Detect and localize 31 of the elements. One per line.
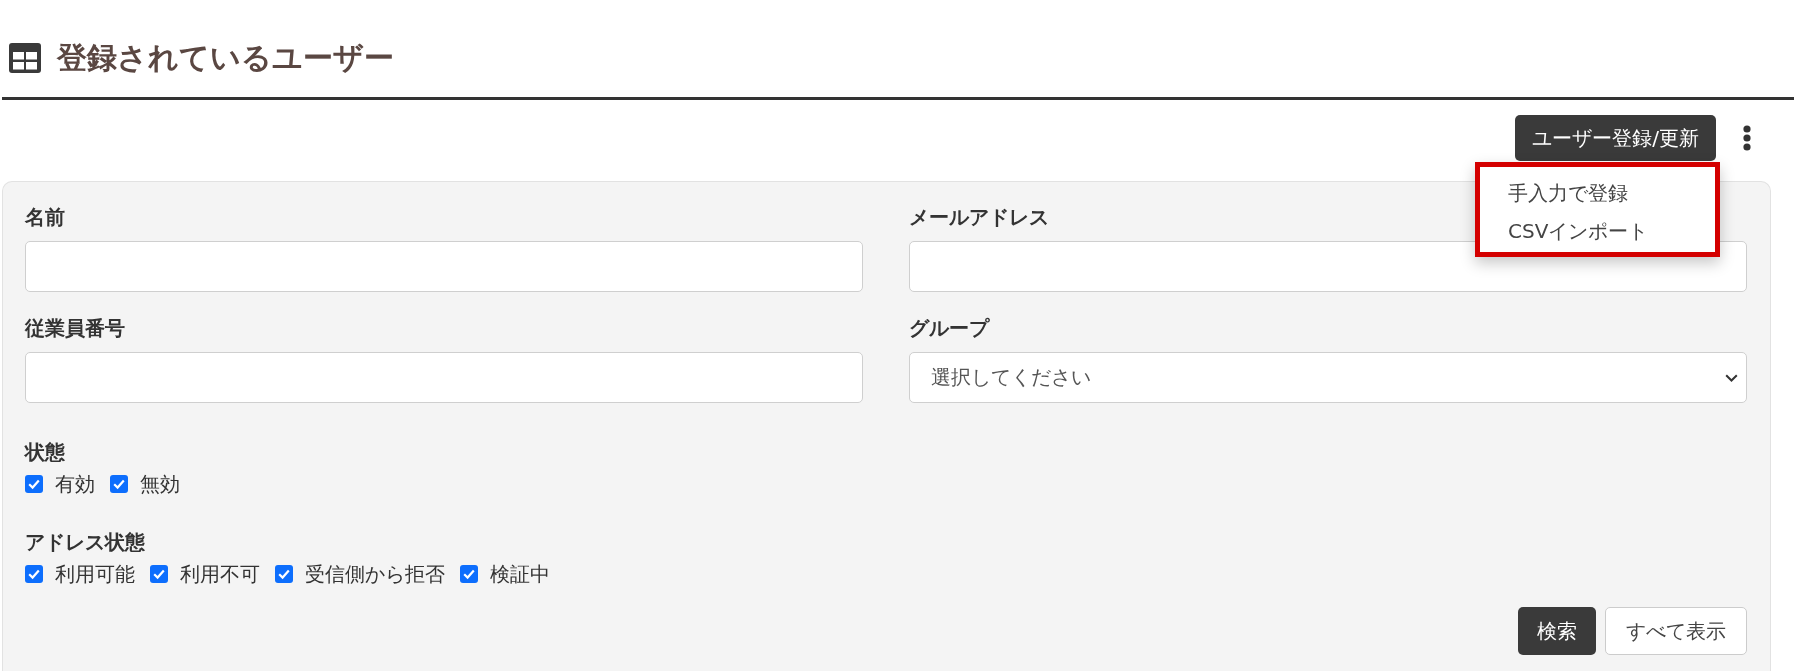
field-label: 従業員番号 (25, 316, 125, 340)
register-update-button[interactable]: ユーザー登録/更新 (1515, 115, 1716, 161)
input-field[interactable] (25, 352, 863, 403)
chevron-down-icon (1725, 373, 1738, 382)
checkbox-label[interactable]: 検証中 (490, 560, 550, 588)
checkbox-label[interactable]: 受信側から拒否 (305, 560, 445, 588)
checkbox-label[interactable]: 利用不可 (180, 560, 260, 588)
menu-item[interactable]: CSVインポート (1480, 212, 1715, 250)
input-field[interactable] (909, 241, 1747, 292)
input-field[interactable] (25, 241, 863, 292)
checkbox-label[interactable]: 利用可能 (55, 560, 135, 588)
field-label: 名前 (25, 205, 65, 229)
menu-item[interactable]: 手入力で登録 (1480, 174, 1715, 212)
search-button[interactable]: 検索 (1518, 607, 1596, 655)
table-icon (9, 43, 41, 73)
checkbox[interactable] (25, 565, 43, 583)
field-label: グループ (909, 316, 989, 340)
field-label: メールアドレス (909, 205, 1049, 229)
group-label: 状態 (25, 440, 65, 464)
checkbox-label[interactable]: 有効 (55, 470, 95, 498)
checkbox[interactable] (150, 565, 168, 583)
checkbox[interactable] (25, 475, 43, 493)
group-label: アドレス状態 (25, 530, 145, 554)
select-field[interactable]: 選択してください (909, 352, 1747, 403)
page-title: 登録されているユーザー (57, 40, 394, 76)
show-all-button[interactable]: すべて表示 (1605, 607, 1747, 655)
checkbox[interactable] (460, 565, 478, 583)
checkbox-label[interactable]: 無効 (140, 470, 180, 498)
checkbox[interactable] (110, 475, 128, 493)
more-options-icon[interactable] (1743, 125, 1751, 151)
checkbox[interactable] (275, 565, 293, 583)
